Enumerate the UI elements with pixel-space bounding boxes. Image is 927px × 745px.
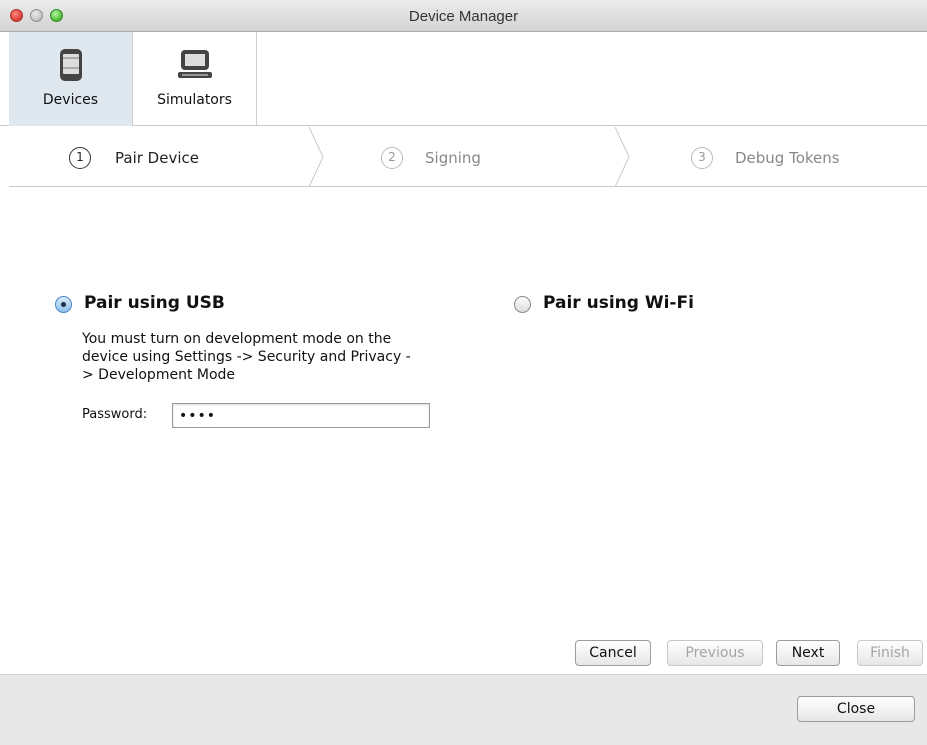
usb-description: You must turn on development mode on the… — [82, 331, 411, 383]
finish-button[interactable]: Finish — [857, 640, 923, 666]
toolbar: Devices Simulators — [0, 32, 927, 126]
close-button[interactable]: Close — [797, 696, 915, 722]
footer-bar — [0, 674, 927, 745]
wizard-steps: 1 Pair Device 2 Signing 3 Debug Tokens — [9, 127, 927, 187]
phone-icon — [59, 49, 82, 81]
step-number: 1 — [69, 147, 91, 169]
cancel-button[interactable]: Cancel — [575, 640, 651, 666]
next-button[interactable]: Next — [776, 640, 840, 666]
computer-icon — [177, 50, 212, 78]
step-separator — [308, 127, 324, 187]
window-title: Device Manager — [408, 8, 519, 25]
step-number: 3 — [691, 147, 713, 169]
wifi-option-label[interactable]: Pair using Wi-Fi — [543, 293, 694, 313]
step-label: Pair Device — [115, 149, 199, 167]
usb-option-label[interactable]: Pair using USB — [84, 293, 225, 313]
step-label: Debug Tokens — [735, 149, 840, 167]
toolbar-devices-tab[interactable]: Devices — [9, 32, 133, 126]
password-field[interactable] — [172, 403, 430, 428]
toolbar-simulators-tab[interactable]: Simulators — [133, 32, 257, 126]
previous-button[interactable]: Previous — [667, 640, 763, 666]
step-label: Signing — [425, 149, 481, 167]
toolbar-simulators-label: Simulators — [157, 92, 232, 108]
password-label: Password: — [82, 407, 148, 422]
step-number: 2 — [381, 147, 403, 169]
step-separator — [614, 127, 630, 187]
title-bar: Device Manager — [0, 0, 927, 32]
wifi-radio[interactable] — [514, 296, 531, 313]
toolbar-devices-label: Devices — [42, 92, 99, 108]
usb-radio[interactable] — [55, 296, 72, 313]
